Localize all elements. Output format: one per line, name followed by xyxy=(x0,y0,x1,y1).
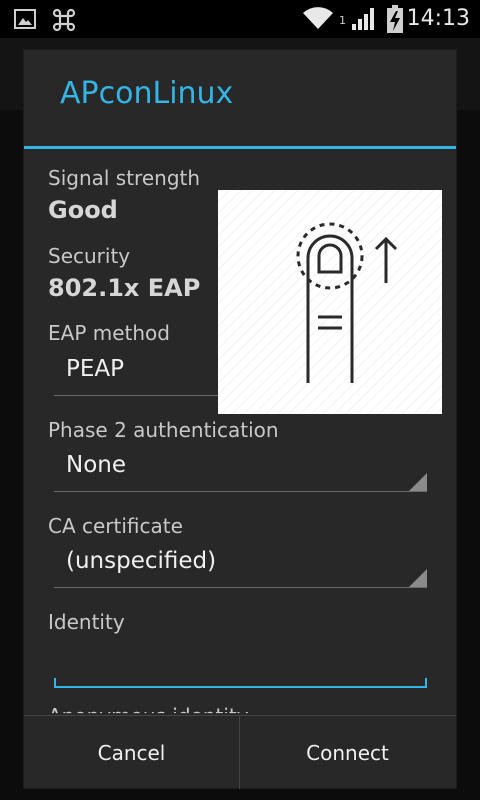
dialog-title: APconLinux xyxy=(60,76,234,111)
ca-certificate-label: CA certificate xyxy=(48,514,183,538)
dropdown-arrow-icon xyxy=(409,569,427,587)
identity-field[interactable] xyxy=(54,642,427,686)
cancel-button[interactable]: Cancel xyxy=(24,716,239,789)
security-label: Security xyxy=(48,244,131,268)
eap-method-value: PEAP xyxy=(66,356,125,382)
signal-strength-value: Good xyxy=(48,196,118,224)
command-icon xyxy=(52,8,76,32)
dialog-button-bar: Cancel Connect xyxy=(24,715,456,789)
security-value: 802.1x EAP xyxy=(48,274,201,302)
wifi-icon xyxy=(303,7,333,29)
ca-certificate-value: (unspecified) xyxy=(66,548,217,574)
cell-signal-icon xyxy=(352,8,374,30)
connect-button[interactable]: Connect xyxy=(240,716,455,789)
phase2-value: None xyxy=(66,452,127,478)
phase2-spinner[interactable]: None xyxy=(54,446,427,492)
dropdown-arrow-icon xyxy=(409,473,427,491)
swipe-up-gesture-icon xyxy=(218,190,442,414)
signal-sub-label: 1 xyxy=(339,14,346,27)
eap-method-label: EAP method xyxy=(48,321,170,345)
battery-charging-icon xyxy=(387,5,403,33)
phase2-label: Phase 2 authentication xyxy=(48,418,279,442)
title-divider xyxy=(24,146,456,149)
picture-icon xyxy=(14,9,36,29)
clock: 14:13 xyxy=(406,6,470,31)
signal-strength-label: Signal strength xyxy=(48,166,201,190)
ca-certificate-spinner[interactable]: (unspecified) xyxy=(54,542,427,588)
identity-field-wrapper[interactable] xyxy=(54,642,427,688)
wifi-network-dialog: APconLinux Signal strength Good Security… xyxy=(24,50,456,789)
status-bar: 1 14:13 xyxy=(0,0,480,38)
identity-label: Identity xyxy=(48,610,125,634)
gesture-hint-overlay xyxy=(218,190,442,414)
